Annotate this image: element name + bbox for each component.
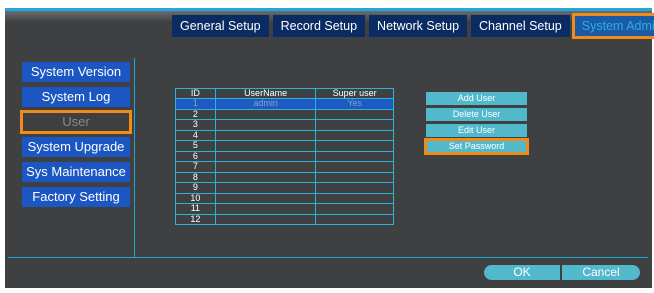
table-row[interactable]: 3 <box>175 119 394 131</box>
cell-id: 4 <box>175 129 216 141</box>
cell-username <box>214 192 317 204</box>
cell-super-user: Yes <box>315 98 394 110</box>
table-row[interactable]: 9 <box>175 182 394 194</box>
table-row[interactable]: 8 <box>175 171 394 183</box>
footer-divider <box>8 257 648 258</box>
cell-id: 3 <box>175 119 216 131</box>
cell-username <box>214 203 317 215</box>
cell-id: 10 <box>175 192 216 204</box>
sidebar-divider <box>134 58 135 257</box>
sidebar-item-system-version[interactable]: System Version <box>22 62 130 82</box>
cell-id: 5 <box>175 140 216 152</box>
cell-id: 7 <box>175 161 216 173</box>
cell-username <box>214 108 317 120</box>
tab-general-setup[interactable]: General Setup <box>172 15 269 37</box>
add-user-button[interactable]: Add User <box>426 92 527 105</box>
sidebar-menu: System Version System Log User System Up… <box>20 62 132 212</box>
cell-username <box>214 140 317 152</box>
cell-super-user <box>315 108 394 120</box>
column-header-username: UserName <box>214 88 317 99</box>
table-row[interactable]: 2 <box>175 108 394 120</box>
cell-username <box>214 119 317 131</box>
cell-username: admin <box>214 98 317 110</box>
cell-super-user <box>315 161 394 173</box>
table-row[interactable]: 7 <box>175 161 394 173</box>
cell-id: 1 <box>175 98 216 110</box>
table-row[interactable]: 1 admin Yes <box>175 98 394 110</box>
table-row[interactable]: 12 <box>175 213 394 225</box>
sidebar-item-system-log[interactable]: System Log <box>22 87 130 107</box>
column-header-super-user: Super user <box>315 88 394 99</box>
cell-username <box>214 150 317 162</box>
edit-user-button[interactable]: Edit User <box>426 124 527 137</box>
table-row[interactable]: 6 <box>175 150 394 162</box>
cell-super-user <box>315 203 394 215</box>
column-header-id: ID <box>175 88 216 99</box>
delete-user-button[interactable]: Delete User <box>426 108 527 121</box>
cell-super-user <box>315 192 394 204</box>
cell-super-user <box>315 213 394 225</box>
cell-super-user <box>315 119 394 131</box>
cell-super-user <box>315 129 394 141</box>
table-row[interactable]: 11 <box>175 203 394 215</box>
user-actions: Add User Delete User Edit User Set Passw… <box>424 92 529 156</box>
tab-network-setup[interactable]: Network Setup <box>369 15 468 37</box>
cell-id: 2 <box>175 108 216 120</box>
cell-id: 11 <box>175 203 216 215</box>
top-tab-bar: General Setup Record Setup Network Setup… <box>172 13 654 39</box>
table-row[interactable]: 5 <box>175 140 394 152</box>
cell-username <box>214 161 317 173</box>
cell-super-user <box>315 140 394 152</box>
cell-username <box>214 213 317 225</box>
cancel-button[interactable]: Cancel <box>562 265 640 280</box>
user-table: ID UserName Super user 1 admin Yes 2 3 4… <box>175 88 394 225</box>
cell-super-user <box>315 171 394 183</box>
sidebar-item-factory-setting[interactable]: Factory Setting <box>22 187 130 207</box>
table-row[interactable]: 4 <box>175 129 394 141</box>
cell-id: 6 <box>175 150 216 162</box>
cell-username <box>214 171 317 183</box>
cell-username <box>214 182 317 194</box>
tab-channel-setup[interactable]: Channel Setup <box>471 15 570 37</box>
cell-id: 9 <box>175 182 216 194</box>
table-header-row: ID UserName Super user <box>175 88 394 99</box>
ok-button[interactable]: OK <box>484 265 560 280</box>
tab-record-setup[interactable]: Record Setup <box>272 15 366 37</box>
cell-id: 12 <box>175 213 216 225</box>
sidebar-item-system-upgrade[interactable]: System Upgrade <box>22 137 130 157</box>
table-row[interactable]: 10 <box>175 192 394 204</box>
cell-id: 8 <box>175 171 216 183</box>
cell-username <box>214 129 317 141</box>
cell-super-user <box>315 150 394 162</box>
set-password-button[interactable]: Set Password <box>424 138 529 155</box>
tab-system-admin[interactable]: System Admin <box>571 13 654 39</box>
sidebar-item-user[interactable]: User <box>20 110 132 134</box>
cell-super-user <box>315 182 394 194</box>
sidebar-item-sys-maintenance[interactable]: Sys Maintenance <box>22 162 130 182</box>
